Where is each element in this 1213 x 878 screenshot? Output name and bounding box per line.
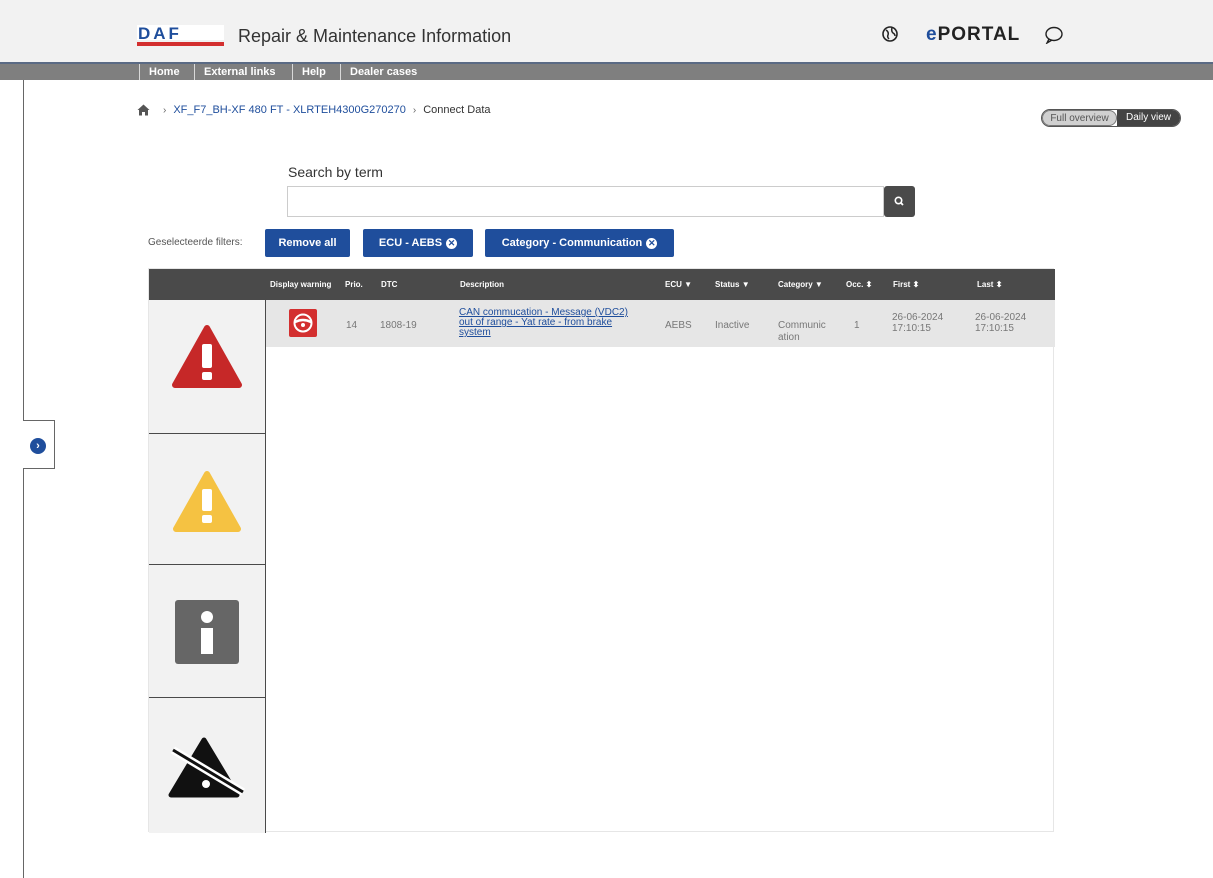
severity-cell-red[interactable] [149, 300, 265, 434]
breadcrumb-separator: › [163, 104, 167, 116]
search-label: Search by term [288, 164, 383, 180]
col-category[interactable]: Category ▼ [778, 269, 823, 300]
first-date: 26-06-2024 [892, 312, 944, 323]
severity-cell-info[interactable] [149, 565, 265, 698]
remove-filter-icon[interactable]: ✕ [446, 238, 458, 249]
sort-down-icon: ▼ [814, 280, 823, 289]
side-panel-border [23, 80, 24, 878]
breadcrumb-separator: › [412, 104, 417, 116]
category-line: ation [778, 332, 800, 343]
remove-all-label: Remove all [278, 237, 337, 249]
breadcrumb-current: Connect Data [423, 104, 491, 116]
sort-down-icon: ▼ [741, 280, 750, 289]
chevron-right-icon: › [30, 438, 46, 454]
view-toggle: Full overview Daily view [1041, 109, 1181, 127]
col-occ[interactable]: Occ. ⬍ [846, 269, 872, 300]
home-icon[interactable] [137, 104, 150, 116]
filter-chip-ecu[interactable]: ECU - AEBS ✕ [363, 229, 473, 257]
col-first-label: First [893, 280, 911, 289]
filter-chip-label: Category - Communication [501, 237, 643, 249]
svg-text:DAF: DAF [138, 25, 182, 43]
cell-occ: 1 [854, 320, 860, 331]
yellow-warning-icon [173, 471, 241, 532]
app-header: DAF Repair & Maintenance Information ePO… [0, 0, 1213, 62]
table-row[interactable]: 14 1808-19 CAN commucation - Message (VD… [266, 300, 1055, 347]
category-line: Communic [778, 320, 826, 331]
cell-description-link[interactable]: CAN commucation - Message (VDC2) out of … [459, 308, 628, 338]
col-dtc: DTC [381, 280, 398, 289]
info-icon [175, 600, 239, 664]
col-last-label: Last [977, 280, 994, 289]
eportal-link[interactable]: ePORTAL [926, 24, 1020, 46]
nav-home[interactable]: Home [139, 64, 189, 80]
col-prio: Prio. [345, 280, 363, 289]
cell-ecu: AEBS [665, 320, 692, 331]
severity-column [149, 300, 266, 833]
app-title: Repair & Maintenance Information [238, 26, 512, 46]
table-header: Display warning Prio. DTC Description EC… [149, 269, 1055, 300]
breadcrumb: › XF_F7_BH-XF 480 FT - XLRTEH4300G270270… [137, 104, 491, 116]
daily-view-option[interactable]: Daily view [1117, 110, 1180, 126]
description-line: system [459, 327, 491, 338]
col-status[interactable]: Status ▼ [715, 269, 750, 300]
cell-first: 26-06-2024 17:10:15 [892, 312, 943, 334]
cell-last: 26-06-2024 17:10:15 [975, 312, 1026, 334]
severity-cell-yellow[interactable] [149, 434, 265, 565]
red-warning-icon [172, 325, 242, 388]
nav-external-links[interactable]: External links [194, 64, 285, 80]
first-time: 17:10:15 [892, 323, 931, 334]
search-input[interactable] [287, 186, 884, 217]
cell-prio: 14 [346, 320, 358, 331]
no-warning-icon [168, 737, 246, 798]
col-ecu-label: ECU [665, 280, 682, 289]
search-button[interactable] [884, 186, 915, 217]
full-overview-option[interactable]: Full overview [1042, 110, 1117, 126]
col-category-label: Category [778, 280, 813, 289]
remove-all-button[interactable]: Remove all [265, 229, 350, 257]
filter-chip-label: ECU - AEBS [378, 237, 443, 249]
col-description: Description [460, 280, 505, 289]
globe-icon[interactable] [882, 26, 898, 42]
dtc-table: Display warning Prio. DTC Description EC… [148, 268, 1055, 833]
cell-status: Inactive [715, 320, 750, 331]
col-occ-label: Occ. [846, 280, 864, 289]
remove-filter-icon[interactable]: ✕ [646, 238, 658, 249]
cell-category: Communic ation [778, 320, 826, 344]
side-panel-toggle[interactable]: › [23, 420, 55, 469]
daf-logo[interactable]: DAF [137, 25, 224, 47]
main-nav: Home External links Help Dealer cases [0, 62, 1213, 80]
col-display-warning: Display warning [270, 280, 332, 289]
search-icon [894, 196, 904, 206]
severity-cell-none[interactable] [149, 698, 265, 833]
nav-dealer-cases[interactable]: Dealer cases [340, 64, 426, 80]
col-last[interactable]: Last ⬍ [977, 269, 1002, 300]
filters-label: Geselecteerde filters: [148, 237, 243, 248]
cell-dtc: 1808-19 [380, 320, 417, 331]
sort-down-icon: ▼ [684, 280, 693, 289]
sort-icon: ⬍ [865, 280, 873, 289]
col-ecu[interactable]: ECU ▼ [665, 269, 692, 300]
steering-wheel-warning-icon [289, 309, 317, 337]
filter-chip-category[interactable]: Category - Communication ✕ [485, 229, 674, 257]
breadcrumb-vehicle[interactable]: XF_F7_BH-XF 480 FT - XLRTEH4300G270270 [173, 104, 406, 116]
sort-icon: ⬍ [995, 280, 1003, 289]
col-status-label: Status [715, 280, 740, 289]
last-date: 26-06-2024 [975, 312, 1027, 323]
chat-icon[interactable] [1044, 26, 1064, 44]
nav-help[interactable]: Help [292, 64, 335, 80]
sort-icon: ⬍ [912, 280, 920, 289]
col-first[interactable]: First ⬍ [893, 269, 919, 300]
last-time: 17:10:15 [975, 323, 1014, 334]
